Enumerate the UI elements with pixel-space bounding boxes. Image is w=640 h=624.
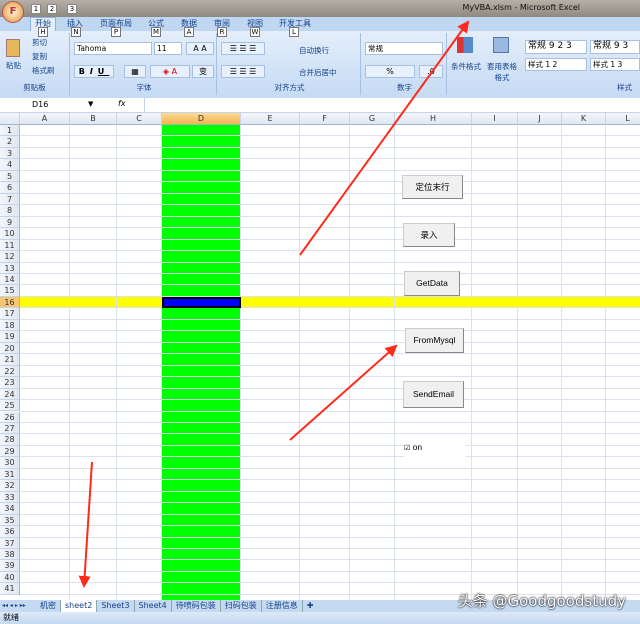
sheet-tab[interactable]: Sheet3 (97, 600, 135, 612)
save-icon[interactable]: 1 (31, 4, 41, 14)
status-bar: 就绪 (0, 612, 640, 624)
keytip: M (151, 27, 161, 37)
sheet-tab[interactable]: 待喷码包装 (172, 600, 221, 612)
keytip: A (184, 27, 194, 37)
sheet-tab[interactable]: sheet2 (61, 600, 98, 612)
office-button[interactable]: F (2, 1, 24, 23)
keytip: W (250, 27, 260, 37)
insert-sheet-icon[interactable]: ✚ (303, 600, 318, 612)
annotation-arrows (78, 20, 470, 588)
keytip: R (217, 27, 227, 37)
arrow-to-sheet-tabs (78, 461, 93, 588)
status-text: 就绪 (3, 613, 19, 622)
keytip: P (111, 27, 121, 37)
redo-icon[interactable]: 3 (67, 4, 77, 14)
keytip: L (289, 27, 299, 37)
sheet-tab[interactable]: 注册信息 (262, 600, 303, 612)
watermark: 头条 @Goodgoodstudy (457, 592, 626, 610)
sheet-tab[interactable]: 机密 (36, 600, 61, 612)
undo-icon[interactable]: 2 (47, 4, 57, 14)
sheet-tabs: 机密 sheet2 Sheet3 Sheet4 待喷码包装 扫码包装 注册信息 ✚ (36, 600, 317, 612)
sheet-tab[interactable]: 扫码包装 (221, 600, 262, 612)
sheet-tab[interactable]: Sheet4 (135, 600, 172, 612)
keytip: H (38, 27, 48, 37)
arrow-to-from-mysql (289, 344, 398, 441)
sheet-nav-arrows[interactable]: ◂◂ ◂ ▸ ▸▸ (0, 600, 28, 612)
arrow-to-title (299, 20, 470, 256)
keytip: N (71, 27, 81, 37)
